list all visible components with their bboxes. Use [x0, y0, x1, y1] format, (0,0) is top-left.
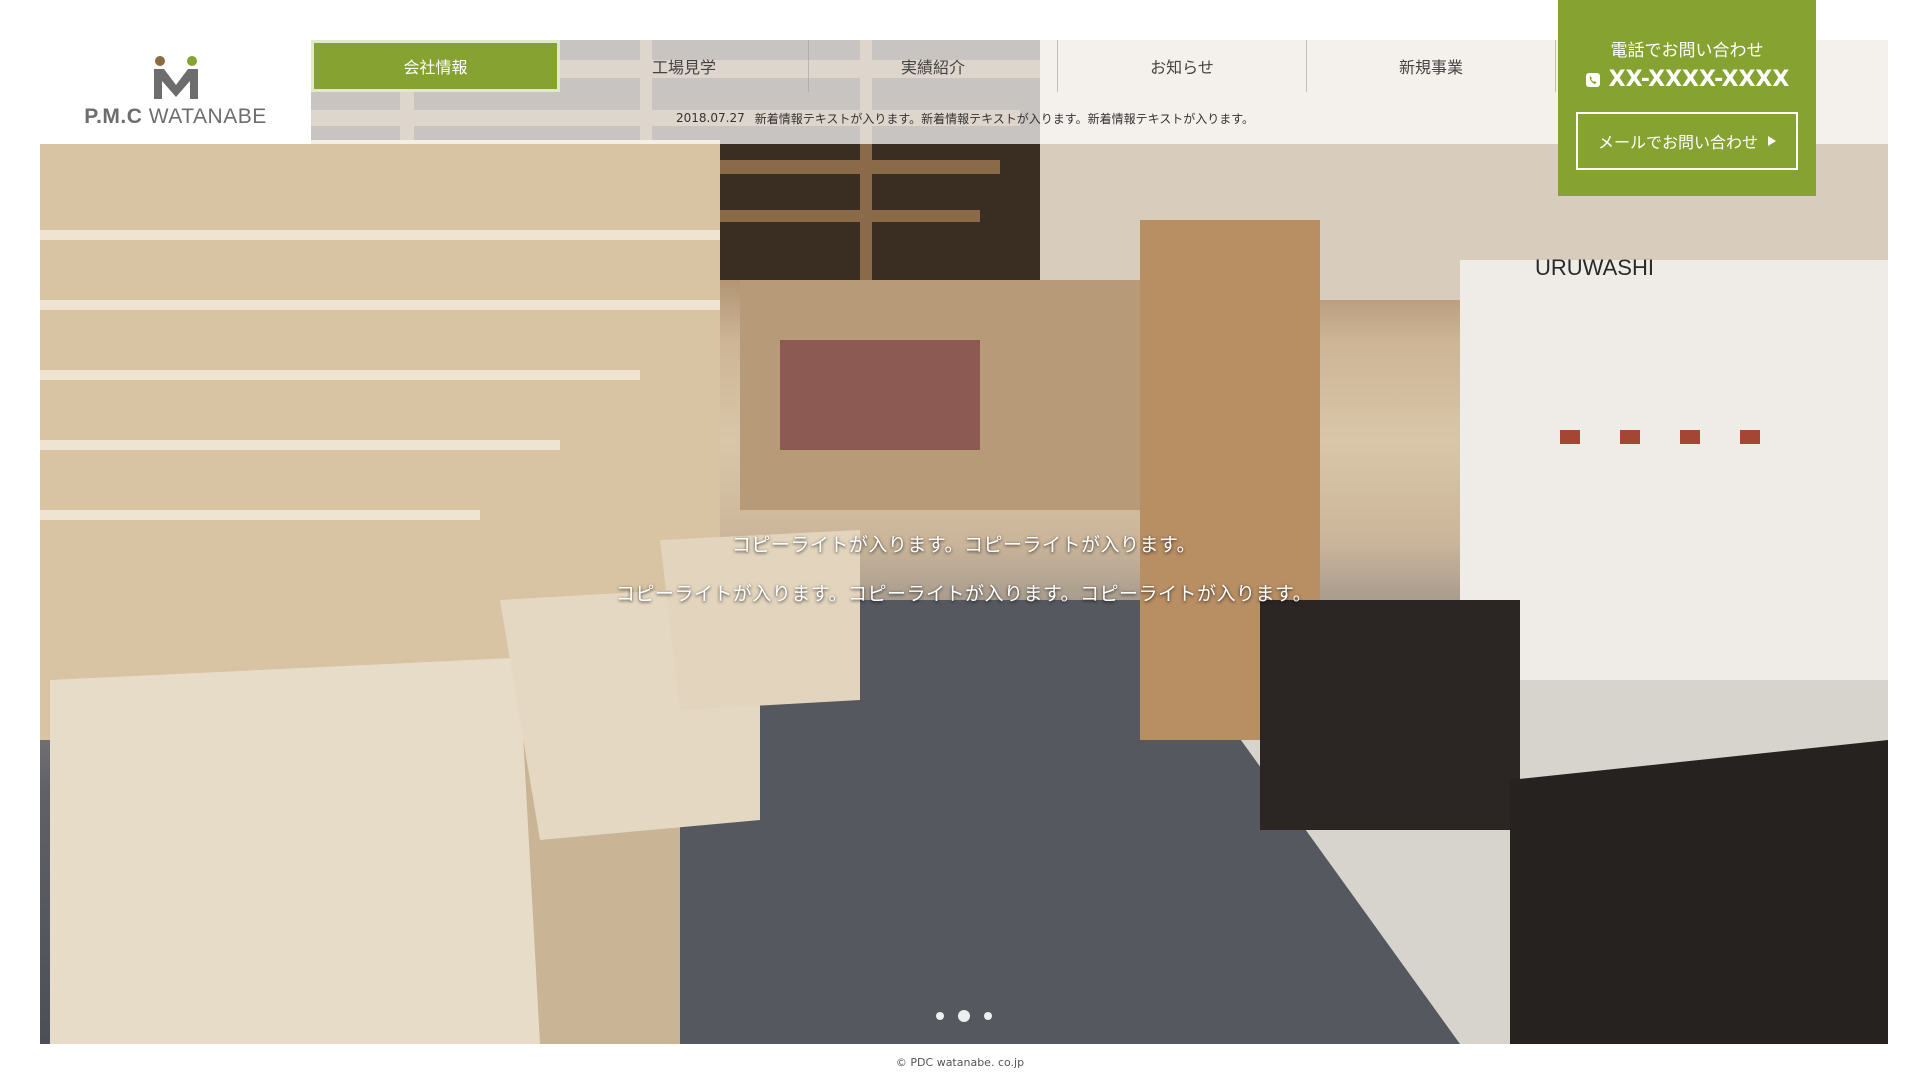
nav-item-new-business[interactable]: 新規事業 [1307, 40, 1556, 92]
nav-item-news[interactable]: お知らせ [1058, 40, 1307, 92]
contact-box: 電話でお問い合わせ XX-XXXX-XXXX メールでお問い合わせ [1558, 0, 1816, 196]
logo-name: WATANABE [148, 105, 267, 128]
hero-caption-2: コピーライトが入ります。コピーライトが入ります。コピーライトが入ります。 [615, 583, 1313, 605]
arrow-right-icon [1768, 136, 1776, 146]
logo-prefix: P.M.C [84, 105, 143, 128]
phone-contact-title: 電話でお問い合わせ [1610, 41, 1764, 61]
news-date: 2018.07.27 [676, 111, 745, 125]
mail-contact-button[interactable]: メールでお問い合わせ [1576, 112, 1798, 170]
mail-contact-label: メールでお問い合わせ [1597, 133, 1758, 152]
store-sign: URUWASHI [1535, 255, 1654, 280]
slide-dot-2[interactable] [958, 1010, 970, 1022]
slide-dot-1[interactable] [936, 1012, 944, 1020]
copyright: © PDC watanabe. co.jp [895, 1056, 1025, 1069]
site-logo[interactable]: P.M.C WATANABE [40, 40, 311, 144]
logo-wordmark: P.M.C WATANABE [84, 105, 266, 129]
phone-icon [1585, 72, 1600, 87]
nav-item-company[interactable]: 会社情報 [311, 40, 560, 92]
phone-number: XX-XXXX-XXXX [1608, 67, 1790, 92]
logo-mark-icon [153, 56, 198, 99]
phone-number-row[interactable]: XX-XXXX-XXXX [1558, 67, 1816, 92]
slide-indicators [40, 1010, 1888, 1022]
nav-item-works[interactable]: 実績紹介 [809, 40, 1058, 92]
hero-caption-1: コピーライトが入ります。コピーライトが入ります。 [731, 534, 1197, 556]
news-text: 新着情報テキストが入ります。新着情報テキストが入ります。新着情報テキストが入りま… [754, 111, 1255, 126]
slide-dot-3[interactable] [984, 1012, 992, 1020]
hero-captions: コピーライトが入ります。コピーライトが入ります。 コピーライトが入ります。コピー… [40, 530, 1888, 628]
nav-item-factory-tour[interactable]: 工場見学 [560, 40, 809, 92]
